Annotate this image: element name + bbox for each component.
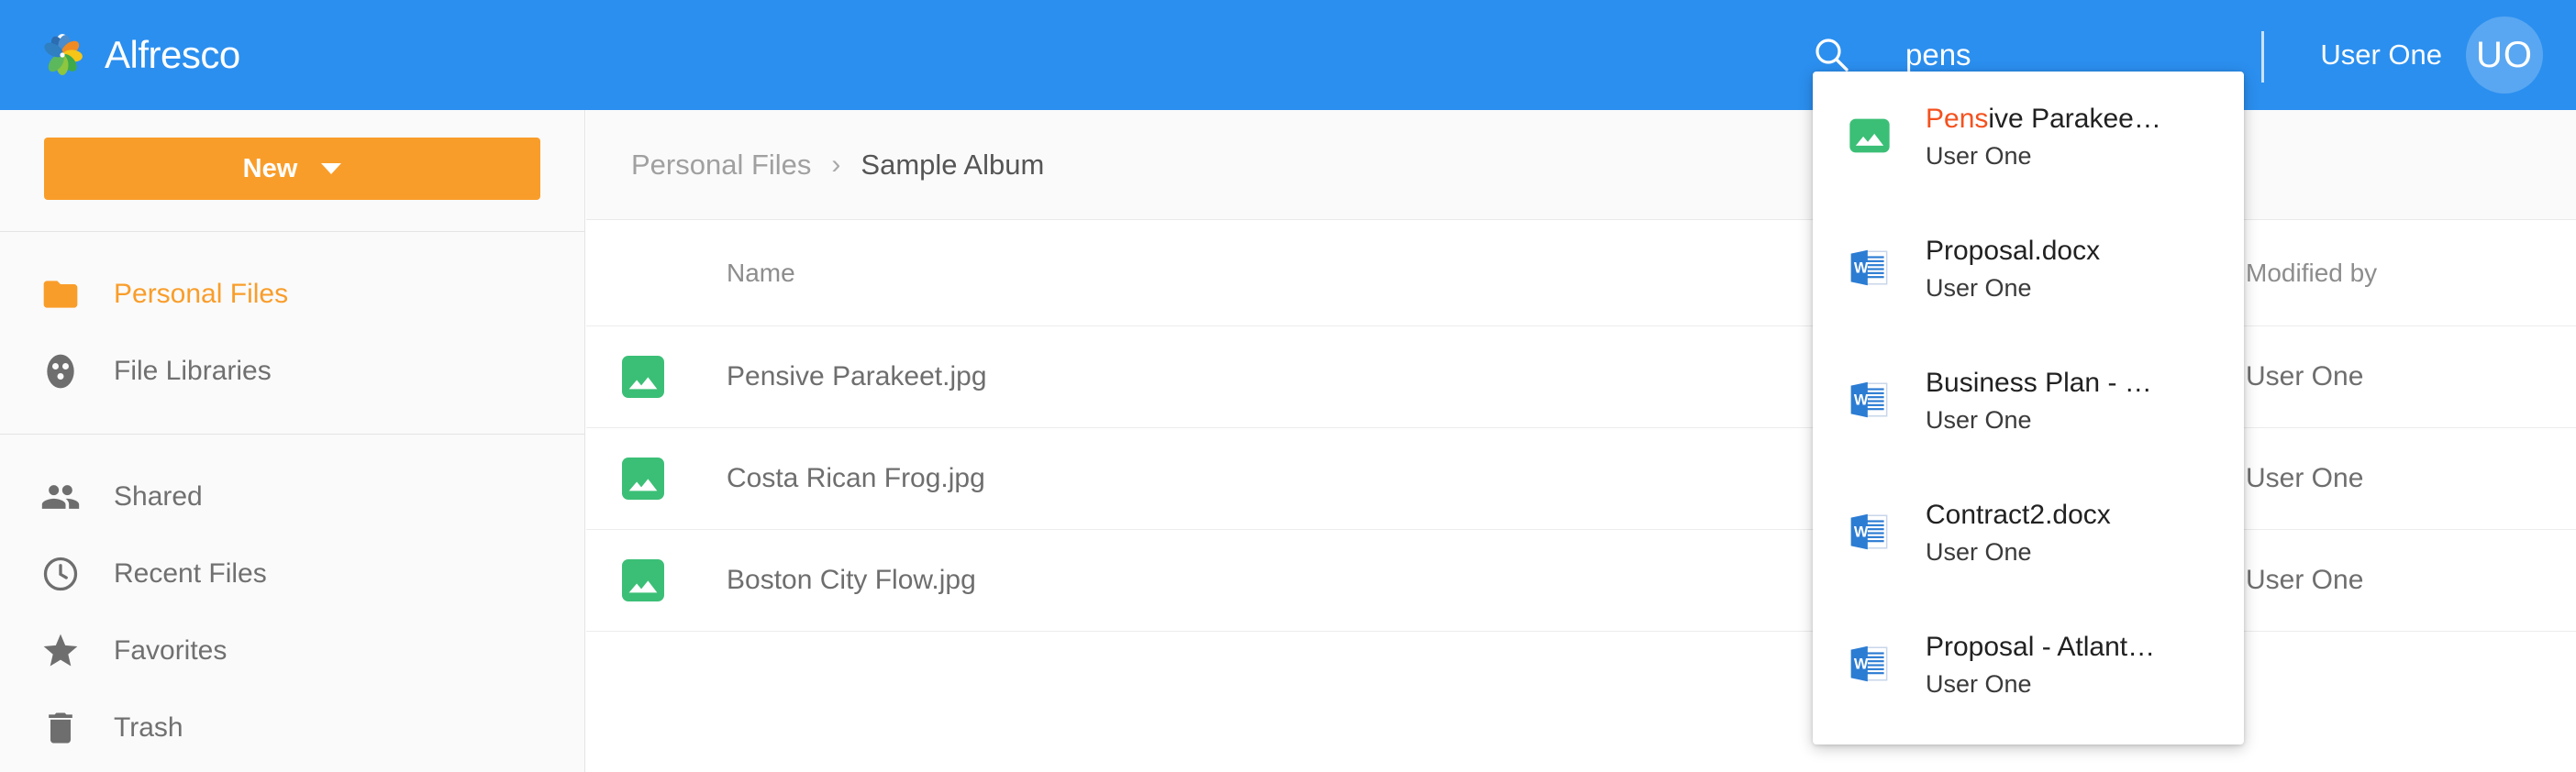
search-input[interactable] [1905,38,2217,72]
breadcrumb-current: Sample Album [861,148,1045,181]
header-divider [2261,31,2264,83]
search-suggestion-item[interactable]: W Proposal - Atlant… User One [1813,600,2244,732]
suggestion-title: Proposal - Atlant… [1926,632,2155,662]
image-file-icon [1846,112,1893,164]
row-icon-cell [586,356,692,398]
table-row[interactable]: Pensive Parakeet.jpg :07 User One [586,326,2576,428]
header-cell-modified-by[interactable]: Modified by [2242,259,2576,288]
table-row[interactable]: Boston City Flow.jpg :07 User One [586,530,2576,632]
image-file-icon [622,559,664,601]
suggestion-title: Business Plan - … [1926,368,2152,398]
suggestion-title-rest: Business Plan - … [1926,368,2152,399]
word-file-icon: W [1846,244,1893,296]
sidebar-item-file-libraries[interactable]: File Libraries [0,333,584,410]
row-modified-by: User One [2246,361,2364,392]
file-table: Name Modified by Pensive Parakeet.jpg :0… [586,220,2576,632]
search-icon[interactable] [1812,35,1852,75]
brand-name: Alfresco [105,33,240,76]
people-icon [40,477,81,517]
row-icon-cell [586,559,692,601]
new-button[interactable]: New [44,138,540,200]
star-icon [40,631,81,671]
sidebar: New Personal Files File Libraries Shared… [0,110,585,772]
search-suggestion-item[interactable]: W Proposal.docx User One [1813,204,2244,336]
image-file-icon [622,458,664,500]
image-file-icon [622,356,664,398]
folder-icon [40,274,81,314]
suggestion-title-highlight: Pens [1926,104,1989,135]
suggestion-title-rest: ive Parakee… [1988,104,2161,135]
clock-icon [40,554,81,594]
user-name: User One [2320,39,2442,71]
new-button-label: New [242,153,298,183]
row-name: Boston City Flow.jpg [727,565,976,595]
suggestion-subtitle: User One [1926,537,2032,566]
brand[interactable]: Alfresco [37,29,240,81]
sidebar-item-shared[interactable]: Shared [0,458,584,535]
search-suggestion-item[interactable]: Pensive Parakee… User One [1813,72,2244,204]
alfresco-app: Alfresco User One UO New [0,0,2576,772]
suggestion-title: Pensive Parakee… [1926,104,2161,134]
sidebar-item-trash[interactable]: Trash [0,689,584,766]
new-button-wrap: New [0,110,584,231]
svg-text:W: W [1854,524,1869,540]
sidebar-group-secondary: Shared Recent Files Favorites Trash [0,435,584,772]
suggestion-text: Business Plan - … User One [1926,365,2152,438]
avatar[interactable]: UO [2466,17,2543,94]
file-libraries-icon [40,351,81,392]
table-header-row: Name Modified by [586,220,2576,326]
svg-text:W: W [1854,259,1869,276]
suggestion-subtitle: User One [1926,669,2032,698]
word-file-icon: W [1846,376,1893,428]
sidebar-item-label: Trash [114,712,183,743]
main-content: Personal Files › Sample Album Name Modif… [586,110,2576,772]
suggestion-text: Proposal - Atlant… User One [1926,629,2155,702]
suggestion-subtitle: User One [1926,405,2032,434]
sidebar-item-label: File Libraries [114,356,272,386]
breadcrumb-root[interactable]: Personal Files [631,149,811,182]
sidebar-group-primary: Personal Files File Libraries [0,232,584,434]
row-name: Pensive Parakeet.jpg [727,361,987,392]
sidebar-item-label: Personal Files [114,279,289,309]
suggestion-title: Proposal.docx [1926,236,2100,266]
alfresco-flower-logo-icon [37,29,88,81]
sidebar-item-label: Shared [114,481,203,512]
search-suggestions-dropdown: Pensive Parakee… User One W Proposal.doc… [1813,72,2244,744]
svg-text:W: W [1854,392,1869,408]
sidebar-item-recent-files[interactable]: Recent Files [0,535,584,612]
suggestion-title: Contract2.docx [1926,500,2111,530]
suggestion-subtitle: User One [1926,141,2032,170]
suggestion-title-rest: Proposal - Atlant… [1926,632,2156,663]
trash-icon [40,708,81,748]
sidebar-item-label: Recent Files [114,558,267,589]
suggestion-title-rest: Contract2.docx [1926,500,2111,531]
row-icon-cell [586,458,692,500]
chevron-down-icon [321,163,342,174]
suggestion-text: Pensive Parakee… User One [1926,101,2161,174]
row-modified-by: User One [2246,463,2364,493]
word-file-icon: W [1846,640,1893,692]
table-row[interactable]: Costa Rican Frog.jpg :07 User One [586,428,2576,530]
header-cell-name[interactable]: Name [692,259,1572,288]
breadcrumb-separator-icon: › [831,149,841,180]
sidebar-item-favorites[interactable]: Favorites [0,612,584,689]
sidebar-item-label: Favorites [114,635,228,666]
search-suggestion-item[interactable]: W Business Plan - … User One [1813,336,2244,468]
breadcrumb: Personal Files › Sample Album [586,110,2576,220]
word-file-icon: W [1846,508,1893,560]
search-suggestion-item[interactable]: W Contract2.docx User One [1813,468,2244,600]
row-modified-by: User One [2246,565,2364,595]
sidebar-item-personal-files[interactable]: Personal Files [0,256,584,333]
suggestion-subtitle: User One [1926,273,2032,302]
suggestion-text: Contract2.docx User One [1926,497,2111,570]
svg-text:W: W [1854,656,1869,672]
suggestion-text: Proposal.docx User One [1926,233,2100,306]
suggestion-title-rest: Proposal.docx [1926,236,2101,267]
row-name: Costa Rican Frog.jpg [727,463,985,493]
user-menu[interactable]: User One UO [2320,0,2543,110]
